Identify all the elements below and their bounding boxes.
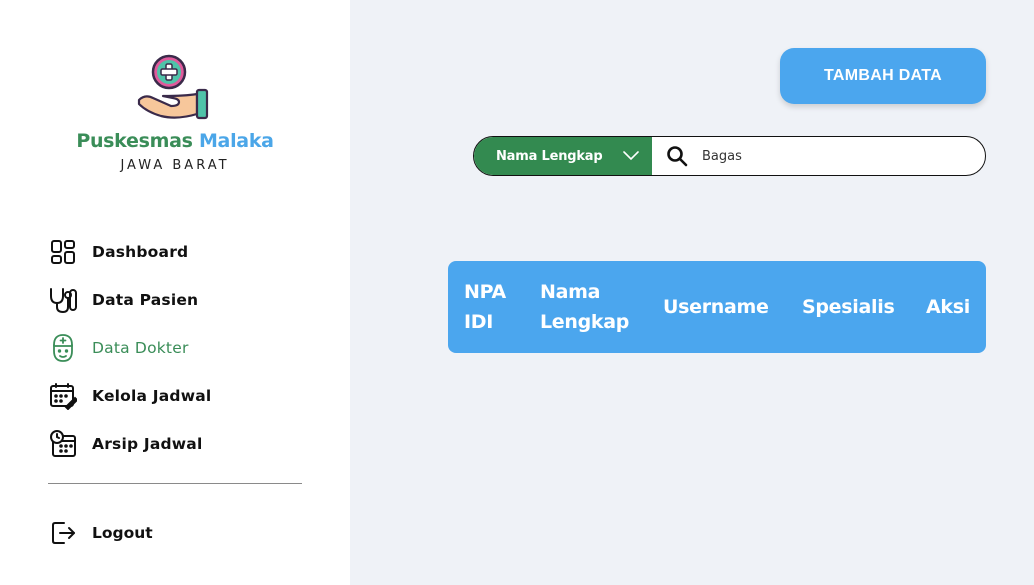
brand-logo: Puskesmas Malaka JAWA BARAT [0,52,350,173]
sidebar-divider [48,483,302,484]
sidebar-item-kelola-jadwal[interactable]: Kelola Jadwal [48,372,211,420]
column-header-aksi: Aksi [926,296,970,318]
sidebar-item-label: Arsip Jadwal [92,435,203,453]
search-bar: Nama Lengkap [473,136,986,176]
brand-name-part2: Malaka [198,130,274,152]
sidebar-nav: Dashboard Data Pasien Data Dokter Kelola… [48,228,211,468]
sidebar-item-label: Data Dokter [92,339,189,357]
logout-icon [48,518,78,548]
filter-select-value: Nama Lengkap [496,148,603,164]
doctor-icon [48,333,78,363]
sidebar-item-data-dokter[interactable]: Data Dokter [48,324,211,372]
filter-select[interactable]: Nama Lengkap [474,137,652,175]
brand-region: JAWA BARAT [120,158,230,173]
brand-name-part1: Puskesmas [76,130,193,152]
calendar-edit-icon [48,381,78,411]
brand-name: Puskesmas Malaka [0,130,350,152]
sidebar-item-label: Dashboard [92,243,189,261]
table-header: NPA IDI Nama Lengkap Username Spesialis … [448,261,986,353]
column-header-nama-lengkap: Nama Lengkap [540,281,630,333]
logout-button[interactable]: Logout [48,509,153,557]
column-header-username: Username [663,296,769,318]
sidebar-item-data-pasien[interactable]: Data Pasien [48,276,211,324]
column-header-npa-idi: NPA IDI [464,281,506,333]
logout-label: Logout [92,524,153,542]
column-header-spesialis: Spesialis [802,296,895,318]
sidebar-item-arsip-jadwal[interactable]: Arsip Jadwal [48,420,211,468]
dashboard-icon [48,237,78,267]
search-input[interactable] [702,137,985,175]
hand-plus-icon [137,54,209,120]
sidebar-item-dashboard[interactable]: Dashboard [48,228,211,276]
sidebar-item-label: Kelola Jadwal [92,387,212,405]
chevron-down-icon [623,151,639,161]
sidebar: Puskesmas Malaka JAWA BARAT Dashboard Da… [0,0,350,585]
add-data-button[interactable]: TAMBAH DATA [780,48,986,104]
search-icon [652,137,702,175]
calendar-clock-icon [48,429,78,459]
stethoscope-icon [48,285,78,315]
sidebar-item-label: Data Pasien [92,291,199,309]
